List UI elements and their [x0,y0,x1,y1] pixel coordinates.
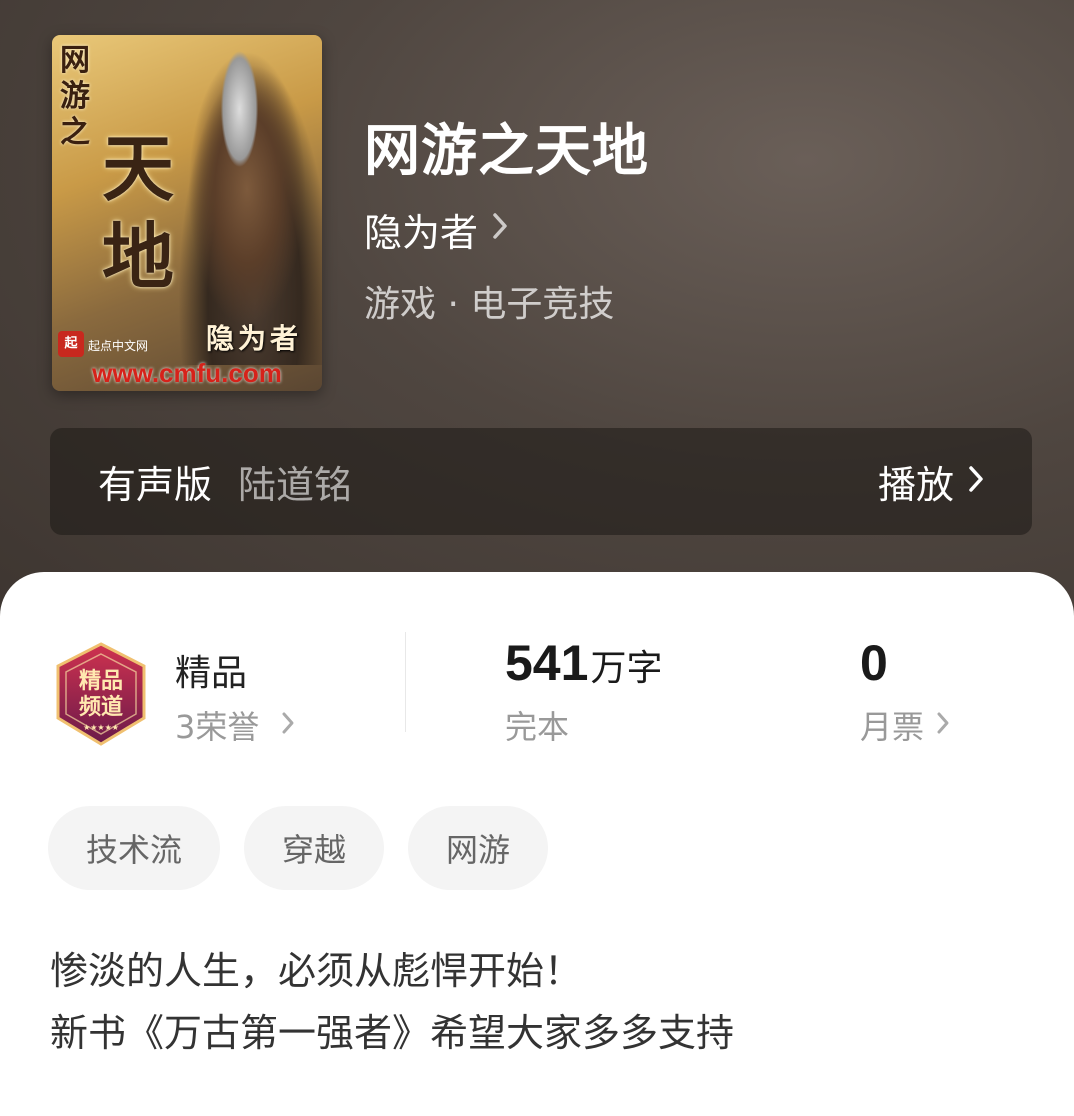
chevron-right-icon [281,709,295,742]
tag-chip[interactable]: 技术流 [48,806,221,890]
svg-text:精品: 精品 [79,668,123,694]
book-info-card: 精品 频道 ★★★★★ 精品 3荣誉 541 万字 完本 0 月票 技术流 穿越… [0,572,1074,1116]
monthly-votes-label: 月票 [860,708,925,746]
chevron-right-icon [968,463,984,501]
book-cover[interactable]: 网游之 天地 隐为者 起 起点中文网 www.cmfu.com [52,35,322,391]
chevron-right-icon [936,709,950,742]
author-link[interactable]: 隐为者 [364,202,508,257]
tag-chip[interactable]: 网游 [408,806,549,890]
word-count-unit: 万字 [590,648,663,689]
cover-author-text: 隐为者 [205,322,302,355]
book-genre[interactable]: 游戏 · 电子竞技 [364,275,614,327]
quality-badge-icon[interactable]: 精品 频道 ★★★★★ [52,640,150,748]
cover-big-text: 天地 [102,126,175,299]
tag-list: 技术流 穿越 网游 [48,806,549,890]
monthly-votes-link[interactable]: 月票 [860,702,950,748]
tag-chip[interactable]: 穿越 [244,806,385,890]
svg-text:★★★★★: ★★★★★ [83,723,119,732]
word-count: 541 万字 [505,634,662,692]
completion-status: 完本 [505,708,570,746]
author-name: 隐为者 [364,211,479,255]
honors-link[interactable]: 3荣誉 [175,702,295,748]
book-header: 网游之 天地 隐为者 起 起点中文网 www.cmfu.com 网游之天地 隐为… [0,0,1074,640]
book-description[interactable]: 惨淡的人生，必须从彪悍开始！ 新书《万古第一强者》希望大家多多支持 [50,940,734,1064]
cover-logo-text: 起点中文网 [88,339,149,353]
honors-count: 3荣誉 [175,708,260,746]
monthly-votes-count: 0 [860,635,888,691]
audio-version-bar[interactable]: 有声版 陆道铭 播放 [50,428,1032,535]
cover-side-text: 网游之 [60,43,90,150]
qidian-logo-icon: 起 [58,331,84,357]
description-line: 惨淡的人生，必须从彪悍开始！ [50,949,583,993]
cover-url: www.cmfu.com [92,358,282,388]
word-count-number: 541 [505,635,589,691]
quality-title: 精品 [175,653,248,694]
audio-version-label: 有声版 [98,463,213,507]
chevron-right-icon [492,212,508,248]
audio-narrator: 陆道铭 [238,463,353,507]
play-button[interactable]: 播放 [878,454,984,509]
book-title: 网游之天地 [364,118,649,184]
play-label: 播放 [877,463,954,507]
stats-divider [405,632,406,732]
svg-text:频道: 频道 [79,694,123,720]
description-line: 新书《万古第一强者》希望大家多多支持 [50,1011,735,1055]
